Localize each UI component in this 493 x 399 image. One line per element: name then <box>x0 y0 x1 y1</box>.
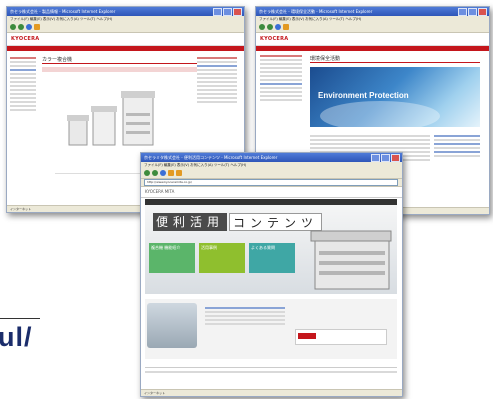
feature-card-1[interactable]: 複合機 機能紹介 <box>149 243 195 273</box>
maximize-button[interactable] <box>468 8 477 16</box>
hero-label-1: 便利活用 <box>153 213 228 231</box>
back-icon[interactable] <box>144 170 150 176</box>
global-nav[interactable] <box>7 46 244 51</box>
site-header: KYOCERA MITA <box>141 187 402 198</box>
minimize-button[interactable] <box>371 154 380 162</box>
person-photo <box>147 303 197 348</box>
refresh-icon[interactable] <box>160 170 166 176</box>
tab-row[interactable] <box>42 67 197 72</box>
hero-title: 便利活用 コンテンツ <box>153 213 323 231</box>
environment-banner: Environment Protection <box>310 67 480 127</box>
feature-card-1-label: 複合機 機能紹介 <box>151 245 181 250</box>
feature-card-3[interactable]: よくある質問 <box>249 243 295 273</box>
site-logo[interactable]: KYOCERA MITA <box>145 189 174 194</box>
cropped-heading: ul/ <box>0 322 33 352</box>
right-sidebar[interactable] <box>197 55 237 105</box>
forward-icon[interactable] <box>267 24 273 30</box>
home-icon[interactable] <box>168 170 174 176</box>
copier-product-image <box>67 91 155 146</box>
home-icon[interactable] <box>283 24 289 30</box>
window-controls[interactable] <box>458 8 487 16</box>
status-bar: インターネット <box>141 389 402 396</box>
window-titlebar[interactable]: 京セラ株式会社 - 製品情報 - Microsoft Internet Expl… <box>7 7 244 16</box>
left-sidebar[interactable] <box>260 53 302 103</box>
copier-illustration <box>310 230 392 290</box>
kyocera-logo[interactable]: KYOCERA <box>260 36 288 42</box>
home-icon[interactable] <box>34 24 40 30</box>
maximize-button[interactable] <box>381 154 390 162</box>
related-links[interactable] <box>434 133 480 159</box>
close-button[interactable] <box>233 8 242 16</box>
left-sidebar[interactable] <box>10 55 36 113</box>
window-title: 京セラ株式会社 - 製品情報 - Microsoft Internet Expl… <box>10 9 116 14</box>
minimize-button[interactable] <box>458 8 467 16</box>
kyocera-logo[interactable]: KYOCERA <box>11 36 39 42</box>
banner-title: Environment Protection <box>318 91 409 100</box>
site-header: KYOCERA <box>256 33 489 46</box>
info-text <box>205 305 285 327</box>
forward-icon[interactable] <box>152 170 158 176</box>
web-page: KYOCERA MITA 便利活用 コンテンツ 複合機 機能紹介 活用事例 よく… <box>141 187 402 389</box>
browser-window-content[interactable]: 京セラミタ株式会社 - 便利活用コンテンツ - Microsoft Intern… <box>140 152 403 397</box>
close-button[interactable] <box>391 154 400 162</box>
address-input[interactable]: http://www.kyoceramita.co.jp/ <box>144 179 398 186</box>
browser-toolbar <box>256 22 489 33</box>
back-icon[interactable] <box>10 24 16 30</box>
refresh-icon[interactable] <box>26 24 32 30</box>
window-controls[interactable] <box>371 154 400 162</box>
forward-icon[interactable] <box>18 24 24 30</box>
hero-area: 便利活用 コンテンツ 複合機 機能紹介 活用事例 よくある質問 <box>145 199 397 294</box>
feature-card-3-label: よくある質問 <box>251 245 275 250</box>
address-bar: http://www.kyoceramita.co.jp/ <box>141 179 402 187</box>
info-section <box>145 299 397 359</box>
favorites-icon[interactable] <box>176 170 182 176</box>
browser-toolbar <box>7 22 244 33</box>
divider-rule <box>0 318 40 319</box>
site-header: KYOCERA <box>7 33 244 46</box>
page-title: 環境保全活動 <box>310 55 480 63</box>
browser-toolbar <box>141 168 402 179</box>
window-titlebar[interactable]: 京セラ株式会社 - 環境保全活動 - Microsoft Internet Ex… <box>256 7 489 16</box>
feature-card-2[interactable]: 活用事例 <box>199 243 245 273</box>
window-title: 京セラミタ株式会社 - 便利活用コンテンツ - Microsoft Intern… <box>144 155 278 160</box>
close-button[interactable] <box>478 8 487 16</box>
window-controls[interactable] <box>213 8 242 16</box>
refresh-icon[interactable] <box>275 24 281 30</box>
minimize-button[interactable] <box>213 8 222 16</box>
page-title: カラー複合機 <box>42 56 197 64</box>
maximize-button[interactable] <box>223 8 232 16</box>
feature-card-2-label: 活用事例 <box>201 245 217 250</box>
global-nav[interactable] <box>256 46 489 51</box>
window-title: 京セラ株式会社 - 環境保全活動 - Microsoft Internet Ex… <box>259 9 373 14</box>
recommend-box[interactable] <box>295 329 387 345</box>
window-titlebar[interactable]: 京セラミタ株式会社 - 便利活用コンテンツ - Microsoft Intern… <box>141 153 402 162</box>
back-icon[interactable] <box>259 24 265 30</box>
footer-links[interactable] <box>145 367 397 376</box>
